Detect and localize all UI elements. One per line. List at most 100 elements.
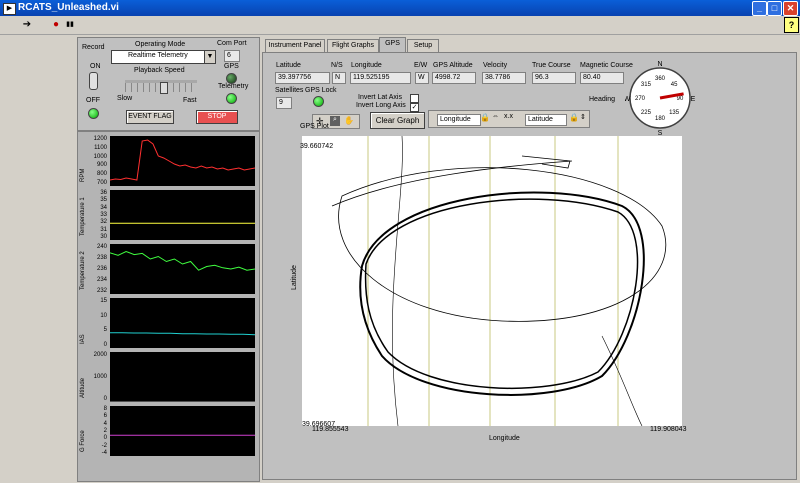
slider-thumb[interactable] [160,82,168,94]
event-flag-button[interactable]: EVENT FLAG [126,110,174,124]
gps-plot-label: GPS Plot [300,123,329,130]
gps-label: GPS [224,63,239,70]
strip-chart-tick: 33 [100,212,107,218]
ew-label: E/W [414,62,428,69]
tab-instrument-panel[interactable]: Instrument Panel [265,39,325,52]
y-scale-name: Latitude [525,114,567,126]
invert-lat-label: Invert Lat Axis [358,94,402,101]
strip-chart-plot [110,434,255,436]
compass-e: E [691,96,695,103]
satellites-field: 9 [276,97,292,109]
compass-tick: 45 [671,82,678,88]
record-led [88,108,99,119]
strip-chart-tick: 238 [96,255,107,261]
autoscale-icon[interactable]: ⇔ [492,113,499,120]
strip-chart-tick: 240 [96,244,107,250]
abort-icon[interactable]: ● [49,18,63,31]
record-toggle-switch[interactable] [89,72,98,90]
strip-chart-tick: 700 [96,180,107,186]
strip-chart-trace [110,250,255,271]
ns-label: N/S [331,62,343,69]
compass-tick: 360 [655,76,666,82]
longitude-field: 119.525195 [350,72,411,84]
clear-graph-button[interactable]: Clear Graph [370,112,425,129]
app-icon: ▶ [3,3,16,15]
tab-gps[interactable]: GPS [379,37,406,53]
strip-chart-tick: 0 [103,396,107,402]
strip-chart-tick: 8 [103,406,107,412]
com-port-label: Com Port [217,40,247,47]
tab-setup[interactable]: Setup [407,39,439,52]
tab-flight-graphs[interactable]: Flight Graphs [327,39,379,52]
minimize-button[interactable]: _ [752,1,767,16]
stop-button[interactable]: STOP [196,110,238,124]
invert-long-checkbox[interactable]: ✓ [410,103,419,112]
slow-label: Slow [117,95,133,102]
ew-field: W [415,72,429,84]
y-axis-label: Latitude [291,265,298,290]
strip-chart-tick: 36 [100,190,107,196]
strip-chart-trace [110,139,255,181]
gps-altitude-label: GPS Altitude [433,62,473,69]
strip-chart-tick: 236 [96,266,107,272]
strip-chart-tick: -2 [101,442,107,449]
strip-chart-plot [110,250,255,271]
operating-mode-label: Operating Mode [135,41,186,48]
satellites-label: Satellites [275,87,304,94]
x-scale-name: Longitude [437,114,481,126]
x-min-tick: 119.855543 [312,426,349,433]
run-arrow-icon[interactable]: ➔ [20,18,34,31]
operating-mode-select[interactable]: Realtime Telemetry ▼ [111,50,216,64]
window-title: RCATS_Unleashed.vi [18,2,119,13]
y-autoscale-icon[interactable]: ⇕ [580,113,586,121]
x-axis-label: Longitude [489,435,520,442]
compass-tick: 225 [641,110,652,116]
maximize-button[interactable]: □ [767,1,782,16]
pause-icon[interactable]: ▮▮ [63,18,77,31]
pan-hand-icon[interactable]: ✋ [344,116,354,125]
strip-chart-tick: 15 [100,298,107,304]
gps-track-plot [331,136,667,426]
strip-chart-tick: 1000 [93,374,107,380]
x-max-tick: 119.908043 [650,426,687,433]
compass-tick: 180 [655,116,666,122]
strip-chart-3 [110,244,255,294]
record-label: Record [82,44,105,51]
compass-w: W [625,96,631,103]
close-button[interactable]: ✕ [783,1,798,16]
heading-label: Heading [589,96,616,103]
velocity-label: Velocity [483,62,508,69]
operating-mode-value: Realtime Telemetry [128,52,188,59]
help-icon[interactable]: ? [784,17,799,33]
gps-altitude-field: 4998.72 [432,72,476,84]
velocity-field: 38.7786 [482,72,526,84]
invert-lat-checkbox[interactable] [410,94,419,103]
strip-chart-tick: 35 [100,197,107,204]
toolbar: ➔ ● ▮▮ ? [0,16,800,35]
strip-chart-tick: 5 [103,327,107,334]
playback-speed-slider[interactable] [125,80,197,94]
strip-chart-plot [110,332,255,336]
com-port-field[interactable]: 6 [224,50,240,62]
ns-field: N [332,72,346,84]
format-icon[interactable]: x.x [504,113,513,120]
strip-chart-name: Temperature 2 [80,251,86,290]
gps-lock-label: GPS Lock [305,87,337,94]
lock-icon[interactable]: 🔒 [480,113,490,122]
strip-chart-name: IAS [80,334,86,344]
zoom-icon[interactable]: ⌕ [330,116,340,126]
chevron-down-icon[interactable]: ▼ [204,51,215,63]
true-course-field: 96.3 [532,72,576,84]
fast-label: Fast [183,97,197,104]
strip-chart-tick: 2000 [93,352,107,358]
strip-chart-6 [110,406,255,456]
strip-chart-tick: 1000 [93,153,107,160]
strip-chart-tick: 6 [103,413,107,420]
strip-chart-2 [110,190,255,240]
compass-tick: 270 [635,96,646,102]
magnetic-course-field: 80.40 [580,72,624,84]
strip-chart-name: G Force [80,430,86,452]
strip-chart-name: RPM [80,168,86,182]
y-lock-icon[interactable]: 🔒 [569,113,579,122]
strip-chart-tick: 10 [100,312,107,319]
